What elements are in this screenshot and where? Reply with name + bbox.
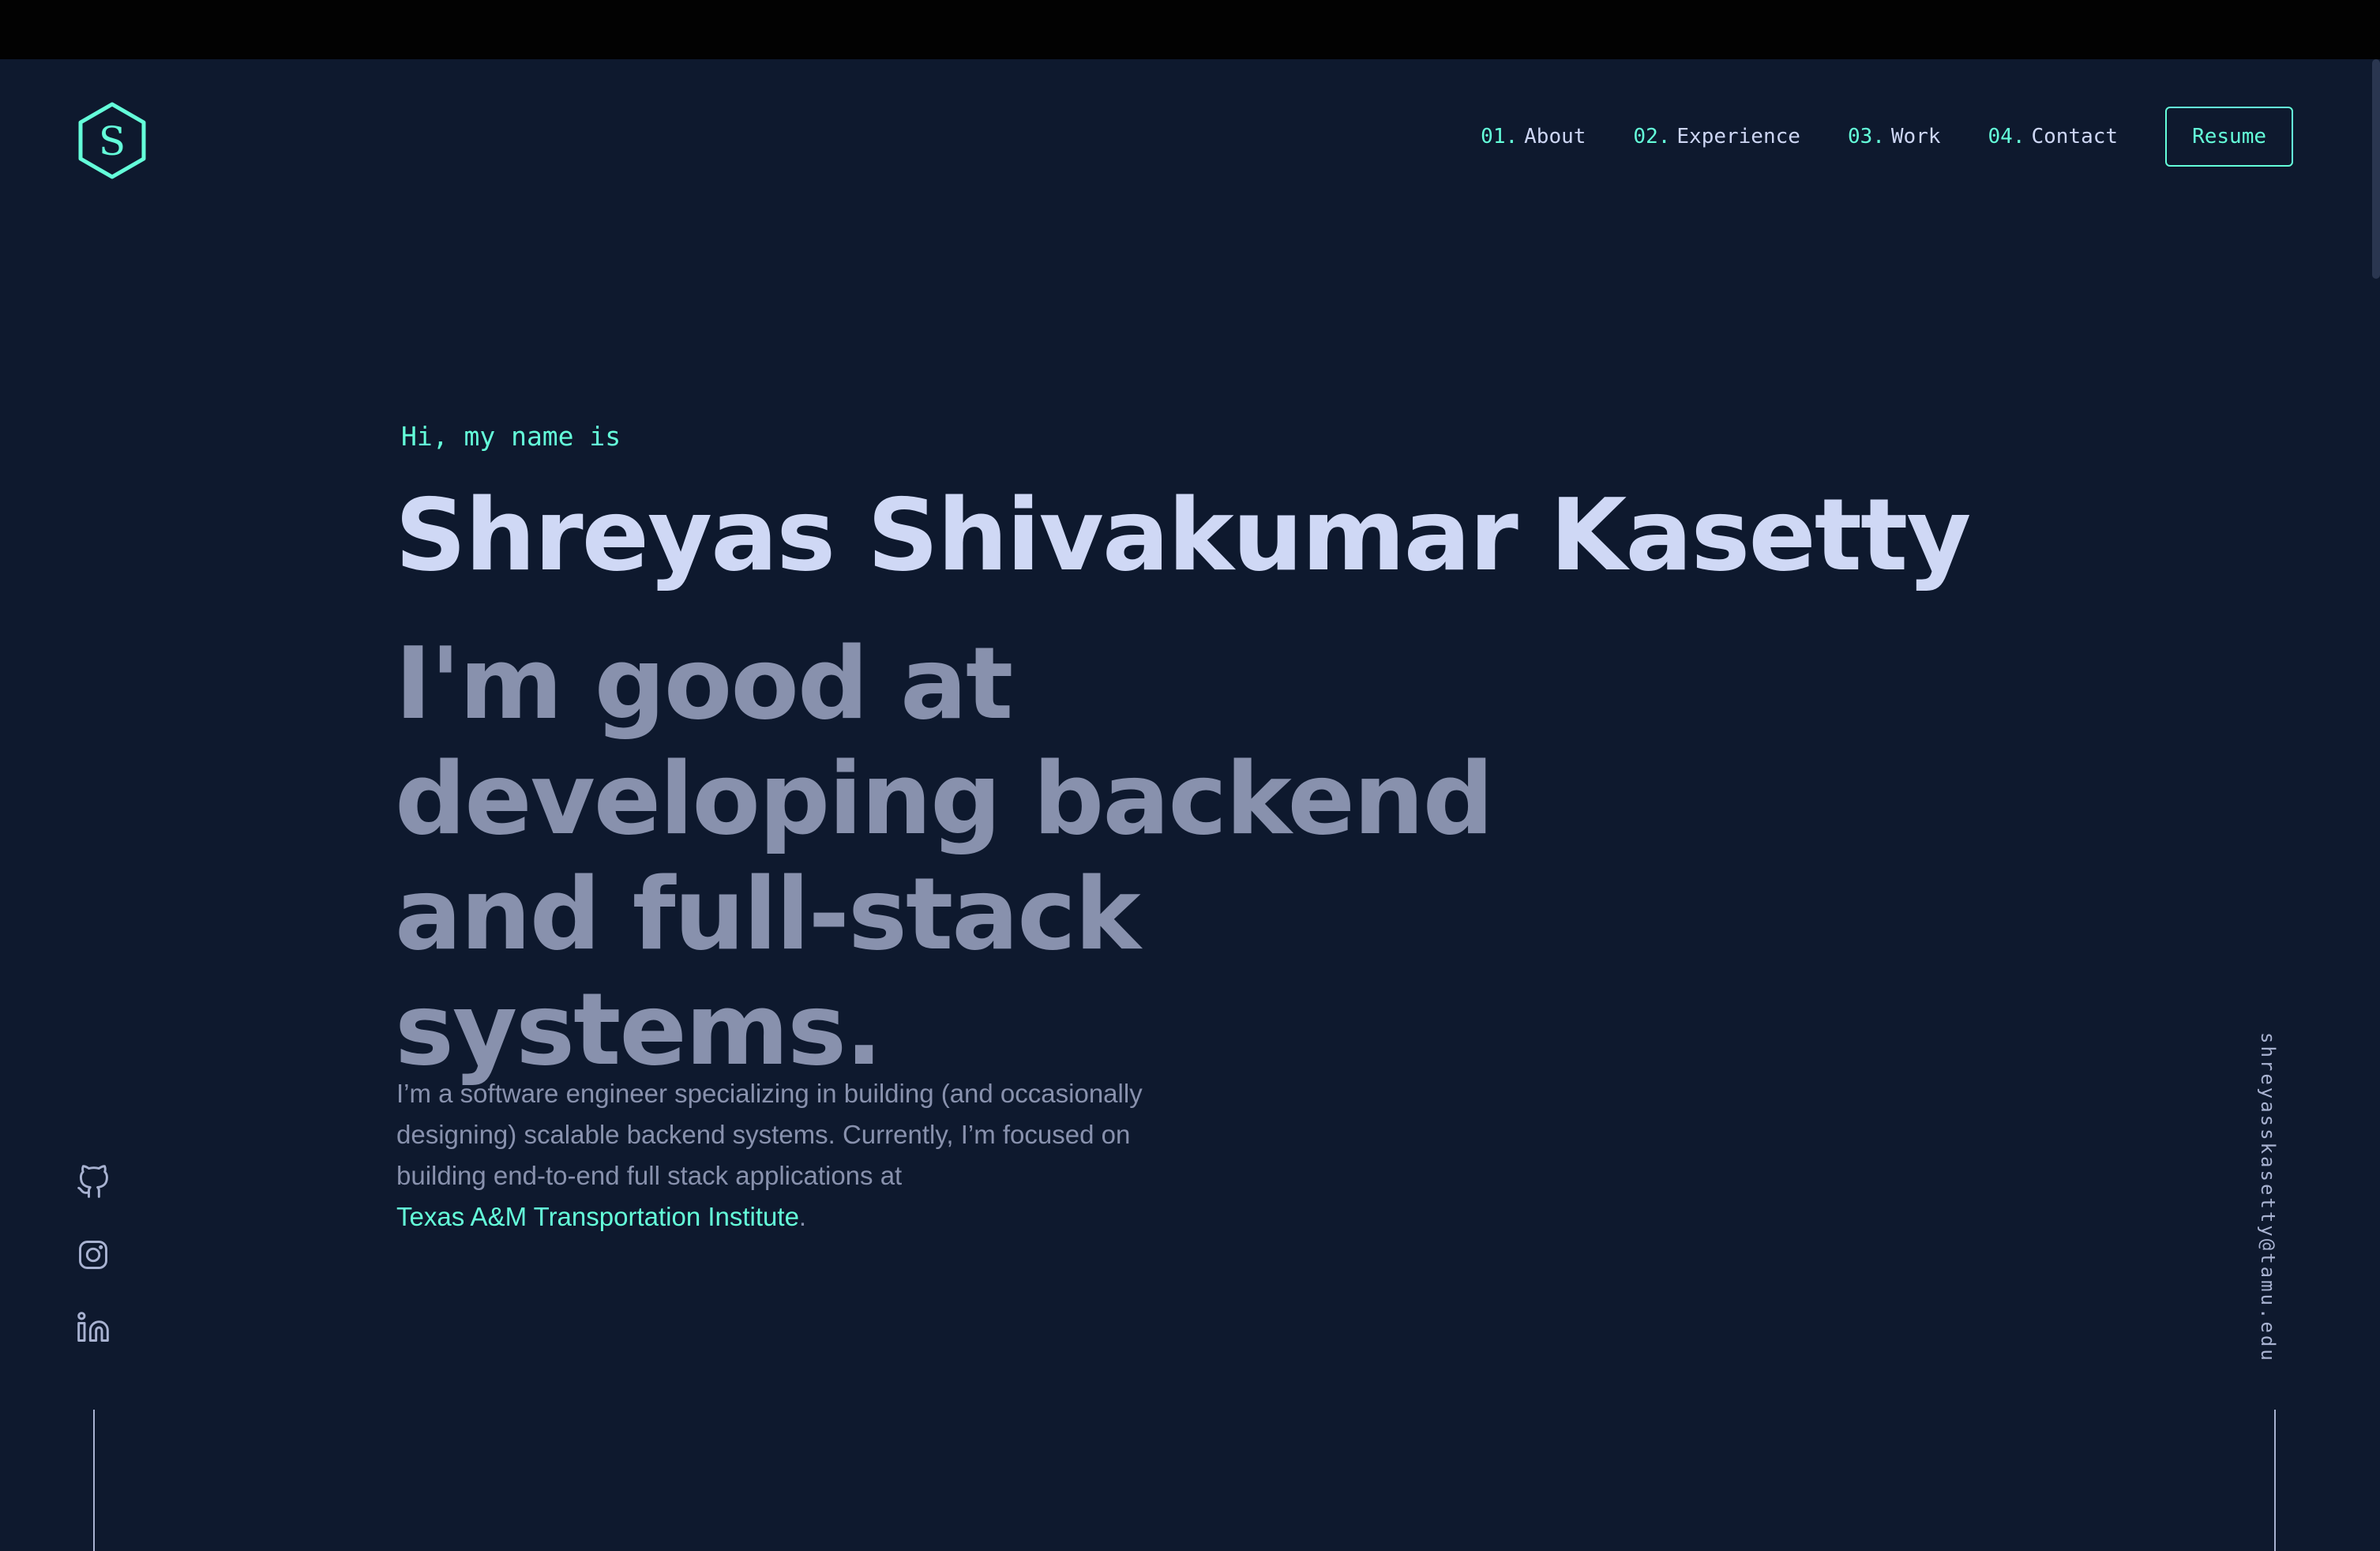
hero-tagline: I'm good at developing backend and full-… (395, 625, 1494, 1087)
instagram-link[interactable] (76, 1237, 111, 1272)
main-nav: 01. About 02. Experience 03. Work 04. Contac… (1433, 106, 2293, 167)
hero-name: Shreyas Shivakumar Kasetty (395, 477, 1971, 593)
instagram-icon (79, 1241, 107, 1269)
nav-item-work[interactable]: 03. Work (1848, 125, 1941, 148)
portfolio-page: S 01. About 02. Experience 03. Work 04. Cont… (0, 59, 2380, 1551)
logo-letter: S (99, 118, 126, 164)
employer-link[interactable]: Texas A&M Transportation Institute (396, 1202, 799, 1231)
browser-top-bar (0, 0, 2380, 59)
scrollbar[interactable] (2372, 59, 2380, 279)
email-link[interactable]: shreyasskasetty@tamu.edu (2257, 1032, 2279, 1363)
nav-number: 02. (1633, 125, 1671, 148)
hero-bio: I’m a software engineer specializing in … (396, 1073, 1226, 1237)
nav-label: Experience (1676, 125, 1800, 148)
hero-greeting: Hi, my name is (401, 421, 621, 452)
bio-end: . (798, 1202, 807, 1231)
github-link[interactable] (76, 1165, 111, 1200)
right-rail-line (2274, 1410, 2276, 1551)
nav-label: Contact (2031, 125, 2119, 148)
nav-label: About (1524, 125, 1586, 148)
nav-number: 03. (1847, 125, 1885, 148)
nav-item-about[interactable]: 01. About (1481, 125, 1586, 148)
nav-item-experience[interactable]: 02. Experience (1633, 125, 1800, 148)
nav-number: 01. (1481, 125, 1518, 148)
left-rail-line (93, 1410, 95, 1551)
nav-item-contact[interactable]: 04. Contact (1988, 125, 2119, 148)
github-icon (77, 1165, 108, 1198)
linkedin-icon (77, 1312, 109, 1342)
logo-hexagon-icon[interactable]: S (76, 101, 148, 180)
nav-number: 04. (1988, 125, 2025, 148)
resume-button[interactable]: Resume (2165, 107, 2293, 167)
linkedin-link[interactable] (76, 1310, 111, 1345)
nav-label: Work (1890, 125, 1941, 148)
bio-text: I’m a software engineer specializing in … (396, 1079, 1143, 1190)
social-links (76, 1165, 114, 1383)
